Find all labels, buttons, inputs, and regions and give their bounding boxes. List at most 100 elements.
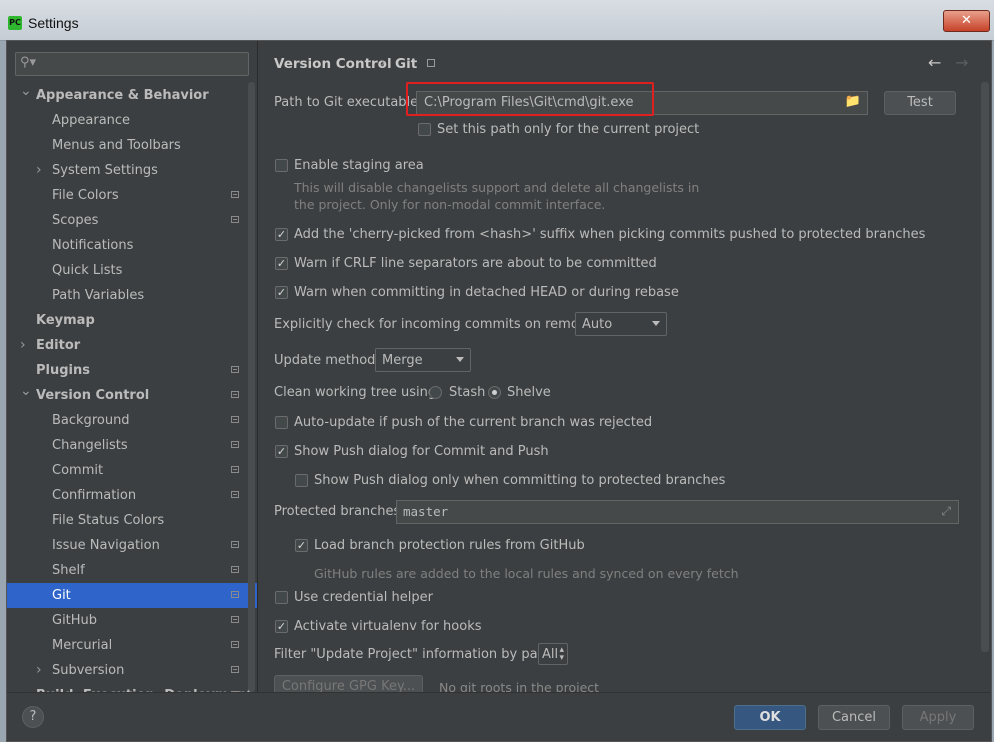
staging-checkbox[interactable]: [275, 159, 288, 172]
chevron-down-icon: [456, 357, 464, 362]
sidebar-item[interactable]: Appearance: [7, 108, 257, 133]
virtualenv-checkbox[interactable]: ✓: [275, 620, 288, 633]
update-method-dropdown[interactable]: Merge: [375, 348, 471, 372]
highlight-box: [406, 82, 654, 116]
project-level-icon: [231, 366, 239, 373]
pycharm-icon: PC: [8, 16, 22, 30]
help-button[interactable]: ?: [22, 706, 44, 728]
project-level-icon: [231, 391, 239, 398]
sidebar-item[interactable]: Background: [7, 408, 257, 433]
sidebar-item[interactable]: Confirmation: [7, 483, 257, 508]
chevron-down-icon[interactable]: ⌄: [20, 379, 32, 404]
staging-hint-2: the project. Only for non-modal commit i…: [294, 197, 606, 212]
show-push-protected-checkbox[interactable]: [295, 474, 308, 487]
project-level-icon: [231, 666, 239, 673]
project-level-icon: [231, 591, 239, 598]
chevron-right-icon[interactable]: ›: [36, 658, 42, 683]
detached-checkbox[interactable]: ✓: [275, 286, 288, 299]
sidebar-item[interactable]: Shelf: [7, 558, 257, 583]
sidebar-item[interactable]: Quick Lists: [7, 258, 257, 283]
sidebar-item[interactable]: Path Variables: [7, 283, 257, 308]
sidebar-item[interactable]: File Status Colors: [7, 508, 257, 533]
sidebar-item[interactable]: ⌄ Version Control: [7, 383, 257, 408]
path-label: Path to Git executable:: [274, 95, 423, 110]
sidebar-item[interactable]: Plugins: [7, 358, 257, 383]
sidebar-item[interactable]: Changelists: [7, 433, 257, 458]
back-arrow-icon[interactable]: ←: [928, 53, 941, 72]
project-level-icon: [231, 466, 239, 473]
project-level-icon: [231, 491, 239, 498]
show-push-checkbox[interactable]: ✓: [275, 445, 288, 458]
github-rules-hint: GitHub rules are added to the local rule…: [314, 566, 739, 581]
search-input[interactable]: [15, 52, 249, 76]
incoming-value: Auto: [582, 317, 613, 332]
update-method-value: Merge: [382, 353, 423, 368]
sidebar-item-label: Version Control: [36, 388, 150, 403]
content-scrollbar[interactable]: [981, 82, 989, 652]
load-rules-checkbox[interactable]: ✓: [295, 539, 308, 552]
sidebar-item[interactable]: File Colors: [7, 183, 257, 208]
update-method-label: Update method:: [274, 353, 380, 368]
test-button[interactable]: Test: [884, 91, 956, 115]
project-level-icon: [231, 416, 239, 423]
sidebar-item[interactable]: GitHub: [7, 608, 257, 633]
incoming-dropdown[interactable]: Auto: [575, 312, 667, 336]
virtualenv-label: Activate virtualenv for hooks: [294, 619, 482, 634]
sidebar-item-label: Notifications: [52, 238, 134, 253]
cherry-pick-checkbox[interactable]: ✓: [275, 228, 288, 241]
forward-arrow-icon[interactable]: →: [955, 53, 968, 72]
sidebar-item-label: Plugins: [36, 363, 90, 378]
chevron-right-icon[interactable]: ›: [20, 683, 26, 692]
sidebar-item[interactable]: Menus and Toolbars: [7, 133, 257, 158]
sidebar-item-label: Issue Navigation: [52, 538, 160, 553]
chevron-right-icon[interactable]: ›: [20, 333, 26, 358]
close-button[interactable]: ✕: [943, 10, 990, 32]
sidebar-item[interactable]: › Editor: [7, 333, 257, 358]
credential-helper-checkbox[interactable]: [275, 591, 288, 604]
project-level-icon: [231, 641, 239, 648]
breadcrumb-parent[interactable]: Version Control: [274, 56, 392, 72]
project-level-icon: [231, 216, 239, 223]
protected-branches-label: Protected branches:: [274, 504, 405, 519]
sidebar-item[interactable]: › Subversion: [7, 658, 257, 683]
staging-label: Enable staging area: [294, 158, 424, 173]
stash-radio[interactable]: [429, 386, 442, 399]
sidebar-item[interactable]: Issue Navigation: [7, 533, 257, 558]
sidebar-item[interactable]: › System Settings: [7, 158, 257, 183]
load-rules-label: Load branch protection rules from GitHub: [314, 538, 585, 553]
sidebar-item-label: Scopes: [52, 213, 99, 228]
apply-button[interactable]: Apply: [902, 705, 974, 730]
expand-icon[interactable]: ⤢: [941, 504, 951, 519]
path-project-only-checkbox[interactable]: [418, 123, 431, 136]
sidebar-item-label: Mercurial: [52, 638, 113, 653]
sidebar-item[interactable]: Mercurial: [7, 633, 257, 658]
clean-tree-label: Clean working tree using:: [274, 385, 441, 400]
sidebar-item-label: Commit: [52, 463, 104, 478]
crlf-checkbox[interactable]: ✓: [275, 257, 288, 270]
folder-icon[interactable]: 📁: [845, 94, 861, 109]
filter-label: Filter "Update Project" information by p…: [274, 647, 563, 662]
protected-branches-value: master: [403, 504, 449, 519]
sidebar-item-label: Path Variables: [52, 288, 145, 303]
sidebar-item[interactable]: Keymap: [7, 308, 257, 333]
sidebar-scrollbar[interactable]: [248, 82, 255, 692]
sidebar-item[interactable]: › Build, Execution, Deployment: [7, 683, 257, 692]
ok-button[interactable]: OK: [734, 705, 806, 730]
show-push-protected-label: Show Push dialog only when committing to…: [314, 473, 726, 488]
sidebar-item-label: System Settings: [52, 163, 158, 178]
sidebar-item[interactable]: Git: [7, 583, 257, 608]
chevron-right-icon[interactable]: ›: [36, 158, 42, 183]
cancel-button[interactable]: Cancel: [818, 705, 890, 730]
sidebar-item[interactable]: ⌄ Appearance & Behavior: [7, 83, 257, 108]
credential-helper-label: Use credential helper: [294, 590, 433, 605]
shelve-radio[interactable]: [488, 386, 501, 399]
sidebar-item[interactable]: Commit: [7, 458, 257, 483]
sidebar-item-label: Keymap: [36, 313, 95, 328]
chevron-down-icon[interactable]: ⌄: [20, 79, 32, 104]
protected-branches-field[interactable]: master ⤢: [396, 500, 959, 524]
sidebar-item[interactable]: Notifications: [7, 233, 257, 258]
incoming-label: Explicitly check for incoming commits on…: [274, 317, 604, 332]
filter-dropdown[interactable]: All ▴ ▾: [538, 643, 568, 665]
auto-update-checkbox[interactable]: [275, 416, 288, 429]
sidebar-item[interactable]: Scopes: [7, 208, 257, 233]
